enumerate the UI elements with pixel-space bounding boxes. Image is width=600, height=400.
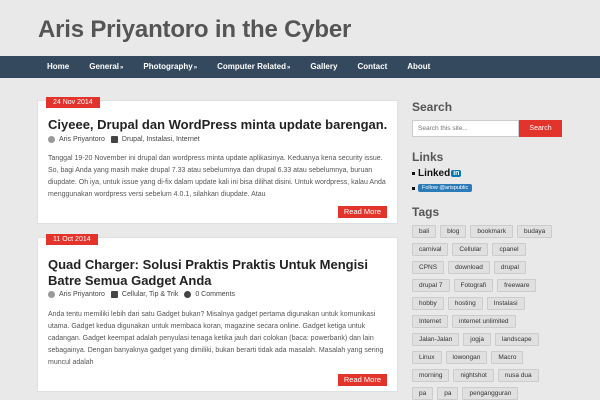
tag-link[interactable]: hosting: [447, 297, 483, 310]
tags-widget-title: Tags: [412, 205, 440, 219]
post-excerpt: Tanggal 19-20 November ini drupal dan wo…: [48, 155, 386, 198]
nav-item-home[interactable]: Home: [37, 56, 79, 78]
tag-link[interactable]: Internet: [412, 315, 449, 328]
main-navigation: Home General» Photography» Computer Rela…: [0, 56, 600, 78]
post-title-link[interactable]: Ciyeee, Drupal dan WordPress minta updat…: [48, 117, 388, 133]
tag-link[interactable]: Fotografi: [453, 279, 494, 292]
nav-item-general[interactable]: General»: [79, 56, 133, 78]
tag-link[interactable]: hobby: [412, 297, 444, 310]
tag-link[interactable]: carnival: [412, 243, 449, 256]
post-categories[interactable]: Drupal, Instalasi, Internet: [122, 136, 200, 143]
post-date-badge: 24 Nov 2014: [46, 97, 100, 108]
post-date-badge: 11 Oct 2014: [46, 234, 98, 245]
tag-link[interactable]: morning: [412, 369, 450, 382]
tag-link[interactable]: budaya: [516, 225, 553, 238]
tag-link[interactable]: nightshot: [453, 369, 494, 382]
bullet-icon: [412, 186, 415, 190]
twitter-follow: Follow @arispublic: [412, 184, 562, 192]
linkedin-icon: in: [451, 170, 462, 177]
tag-link[interactable]: Macro: [491, 351, 524, 364]
author-icon: [48, 291, 55, 298]
post-list: 24 Nov 2014 Ciyeee, Drupal dan WordPress…: [37, 97, 398, 392]
tag-link[interactable]: jogja: [463, 333, 491, 346]
tag-link[interactable]: Linux: [412, 351, 442, 364]
nav-item-about[interactable]: About: [397, 56, 440, 78]
submenu-arrow-icon: »: [120, 65, 124, 71]
nav-label: About: [407, 62, 431, 71]
nav-label: Photography: [143, 62, 193, 71]
nav-label: Home: [47, 62, 70, 71]
post-card: 24 Nov 2014 Ciyeee, Drupal dan WordPress…: [37, 97, 398, 224]
search-button[interactable]: Search: [519, 120, 562, 137]
nav-item-gallery[interactable]: Gallery: [300, 56, 347, 78]
post-meta: Aris Priyantoro Drupal, Instalasi, Inter…: [48, 136, 200, 143]
linkedin-logo-text: Linked: [418, 168, 451, 179]
tag-link[interactable]: CPNS: [412, 261, 445, 274]
tag-link[interactable]: Jalan-Jalan: [412, 333, 460, 346]
nav-label: Contact: [357, 62, 388, 71]
tag-link[interactable]: drupal: [493, 261, 526, 274]
comment-icon: [184, 291, 192, 298]
post-author-link[interactable]: Aris Priyantoro: [59, 291, 105, 298]
tag-link[interactable]: Cellular: [452, 243, 489, 256]
tag-link[interactable]: lowongan: [445, 351, 488, 364]
site-title[interactable]: Aris Priyantoro in the Cyber: [38, 16, 351, 44]
tag-link[interactable]: freeware: [497, 279, 537, 292]
tag-link[interactable]: pa: [437, 387, 459, 400]
nav-label: Gallery: [310, 62, 338, 71]
tag-link[interactable]: internet unlimited: [452, 315, 516, 328]
linkedin-badge[interactable]: Linked in: [412, 168, 562, 179]
tag-link[interactable]: bali: [412, 225, 437, 238]
post-comments-link[interactable]: 0 Comments: [195, 291, 235, 298]
links-widget-title: Links: [412, 150, 444, 164]
tag-link[interactable]: pengangguran: [462, 387, 519, 400]
nav-item-contact[interactable]: Contact: [347, 56, 397, 78]
tag-link[interactable]: cpanel: [492, 243, 526, 256]
submenu-arrow-icon: »: [286, 65, 291, 71]
read-more-button[interactable]: Read More: [337, 374, 387, 386]
author-icon: [48, 136, 55, 143]
post-categories[interactable]: Cellular, Tip & Trik: [122, 291, 178, 298]
twitter-follow-button[interactable]: Follow @arispublic: [418, 184, 473, 192]
nav-item-photography[interactable]: Photography»: [133, 56, 207, 78]
tag-cloud: bali blog bookmark budaya carnival Cellular cp…: [412, 225, 562, 400]
nav-label: Computer Related: [217, 62, 286, 71]
post-excerpt: Anda tentu memiliki lebih dari satu Gadg…: [48, 311, 384, 366]
read-more-button[interactable]: Read More: [337, 206, 387, 218]
tag-link[interactable]: download: [448, 261, 490, 274]
search-form: Search: [412, 120, 562, 137]
sidebar: Search Search Links Linked in Follow @ar…: [412, 100, 562, 400]
nav-label: General: [89, 62, 120, 71]
search-input[interactable]: [412, 120, 519, 137]
bullet-icon: [412, 172, 415, 175]
category-icon: [110, 291, 118, 298]
post-card: 11 Oct 2014 Quad Charger: Solusi Praktis…: [37, 234, 398, 392]
tag-link[interactable]: drupal 7: [412, 279, 450, 292]
tag-link[interactable]: bookmark: [470, 225, 513, 238]
post-title-link[interactable]: Quad Charger: Solusi Praktis Praktis Unt…: [48, 257, 388, 289]
tag-link[interactable]: pa: [412, 387, 434, 400]
tag-link[interactable]: landscape: [494, 333, 539, 346]
tag-link[interactable]: Instalasi: [486, 297, 525, 310]
category-icon: [110, 136, 118, 143]
search-widget-title: Search: [412, 100, 453, 114]
tag-link[interactable]: nusa dua: [497, 369, 539, 382]
submenu-arrow-icon: »: [193, 65, 198, 71]
post-meta: Aris Priyantoro Cellular, Tip & Trik 0 C…: [48, 291, 235, 298]
post-author-link[interactable]: Aris Priyantoro: [59, 136, 105, 143]
tag-link[interactable]: blog: [440, 225, 467, 238]
nav-item-computer-related[interactable]: Computer Related»: [207, 56, 300, 78]
